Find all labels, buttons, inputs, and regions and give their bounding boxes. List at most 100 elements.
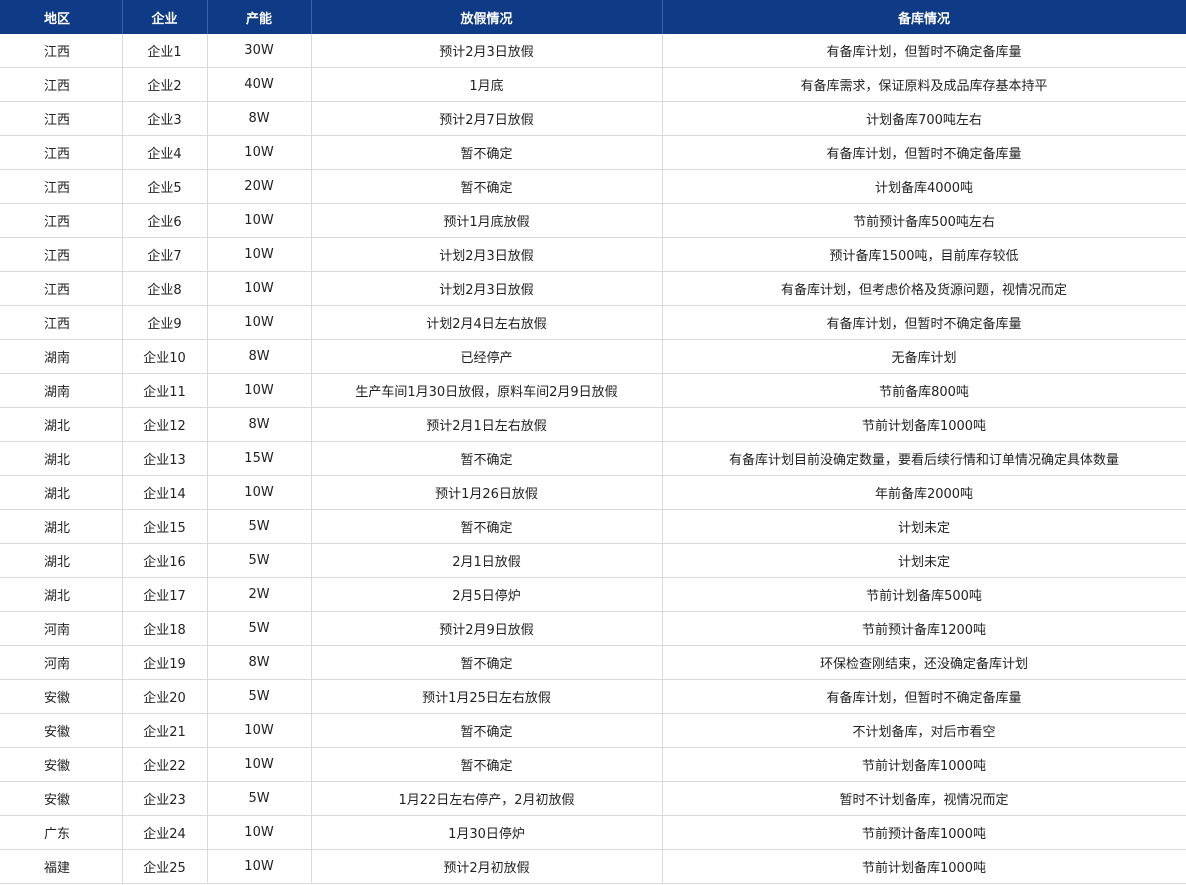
table-row: 江西 企业3 8W 预计2月7日放假 计划备库700吨左右 (0, 101, 1186, 136)
header-capacity: 产能 (207, 0, 312, 34)
cell-stock: 环保检查刚结束，还没确定备库计划 (662, 645, 1186, 680)
cell-region: 湖北 (0, 407, 123, 442)
cell-capacity: 10W (207, 373, 312, 408)
table-row: 湖北 企业15 5W 暂不确定 计划未定 (0, 509, 1186, 544)
header-stock: 备库情况 (662, 0, 1186, 34)
cell-capacity: 10W (207, 305, 312, 340)
cell-stock: 有备库计划，但暂时不确定备库量 (662, 135, 1186, 170)
cell-holiday: 计划2月3日放假 (311, 237, 663, 272)
cell-capacity: 30W (207, 34, 312, 68)
cell-stock: 节前计划备库500吨 (662, 577, 1186, 612)
cell-stock: 不计划备库，对后市看空 (662, 713, 1186, 748)
cell-stock: 计划备库700吨左右 (662, 101, 1186, 136)
cell-company: 企业16 (122, 543, 208, 578)
table-row: 江西 企业8 10W 计划2月3日放假 有备库计划，但考虑价格及货源问题，视情况而定 (0, 271, 1186, 306)
cell-holiday: 1月底 (311, 67, 663, 102)
table-row: 湖北 企业12 8W 预计2月1日左右放假 节前计划备库1000吨 (0, 407, 1186, 442)
cell-holiday: 2月5日停炉 (311, 577, 663, 612)
cell-company: 企业24 (122, 815, 208, 850)
cell-capacity: 10W (207, 815, 312, 850)
cell-stock: 节前预计备库1200吨 (662, 611, 1186, 646)
table-row: 江西 企业7 10W 计划2月3日放假 预计备库1500吨，目前库存较低 (0, 237, 1186, 272)
cell-capacity: 10W (207, 203, 312, 238)
header-company: 企业 (122, 0, 208, 34)
cell-company: 企业3 (122, 101, 208, 136)
cell-holiday: 预计1月25日左右放假 (311, 679, 663, 714)
cell-company: 企业5 (122, 169, 208, 204)
cell-capacity: 10W (207, 135, 312, 170)
cell-region: 湖北 (0, 543, 123, 578)
table-row: 湖北 企业17 2W 2月5日停炉 节前计划备库500吨 (0, 577, 1186, 612)
cell-region: 广东 (0, 815, 123, 850)
cell-region: 河南 (0, 645, 123, 680)
cell-stock: 节前计划备库1000吨 (662, 407, 1186, 442)
table-row: 安徽 企业20 5W 预计1月25日左右放假 有备库计划，但暂时不确定备库量 (0, 679, 1186, 714)
table-row: 湖北 企业16 5W 2月1日放假 计划未定 (0, 543, 1186, 578)
cell-capacity: 8W (207, 339, 312, 374)
header-region: 地区 (0, 0, 123, 34)
cell-company: 企业4 (122, 135, 208, 170)
cell-capacity: 8W (207, 407, 312, 442)
cell-company: 企业14 (122, 475, 208, 510)
cell-stock: 节前备库800吨 (662, 373, 1186, 408)
cell-region: 湖北 (0, 577, 123, 612)
cell-stock: 节前预计备库500吨左右 (662, 203, 1186, 238)
cell-stock: 暂时不计划备库，视情况而定 (662, 781, 1186, 816)
cell-capacity: 10W (207, 713, 312, 748)
cell-company: 企业25 (122, 849, 208, 884)
cell-capacity: 5W (207, 543, 312, 578)
cell-region: 湖南 (0, 373, 123, 408)
cell-company: 企业7 (122, 237, 208, 272)
table-row: 广东 企业24 10W 1月30日停炉 节前预计备库1000吨 (0, 815, 1186, 850)
cell-region: 江西 (0, 237, 123, 272)
cell-holiday: 暂不确定 (311, 713, 663, 748)
cell-capacity: 10W (207, 271, 312, 306)
cell-company: 企业18 (122, 611, 208, 646)
cell-company: 企业8 (122, 271, 208, 306)
cell-region: 江西 (0, 271, 123, 306)
cell-stock: 有备库计划，但暂时不确定备库量 (662, 305, 1186, 340)
cell-holiday: 暂不确定 (311, 169, 663, 204)
table-row: 江西 企业4 10W 暂不确定 有备库计划，但暂时不确定备库量 (0, 135, 1186, 170)
cell-holiday: 已经停产 (311, 339, 663, 374)
cell-company: 企业23 (122, 781, 208, 816)
cell-region: 江西 (0, 169, 123, 204)
cell-holiday: 计划2月4日左右放假 (311, 305, 663, 340)
cell-region: 湖北 (0, 475, 123, 510)
cell-stock: 无备库计划 (662, 339, 1186, 374)
cell-stock: 计划未定 (662, 509, 1186, 544)
cell-holiday: 暂不确定 (311, 509, 663, 544)
cell-capacity: 8W (207, 101, 312, 136)
cell-company: 企业9 (122, 305, 208, 340)
cell-holiday: 暂不确定 (311, 441, 663, 476)
cell-region: 安徽 (0, 781, 123, 816)
table-row: 安徽 企业21 10W 暂不确定 不计划备库，对后市看空 (0, 713, 1186, 748)
cell-company: 企业15 (122, 509, 208, 544)
cell-stock: 预计备库1500吨，目前库存较低 (662, 237, 1186, 272)
table-row: 湖北 企业14 10W 预计1月26日放假 年前备库2000吨 (0, 475, 1186, 510)
cell-stock: 节前计划备库1000吨 (662, 849, 1186, 884)
cell-stock: 计划备库4000吨 (662, 169, 1186, 204)
cell-company: 企业11 (122, 373, 208, 408)
cell-stock: 有备库计划，但暂时不确定备库量 (662, 679, 1186, 714)
cell-region: 江西 (0, 305, 123, 340)
cell-holiday: 暂不确定 (311, 645, 663, 680)
cell-stock: 有备库计划，但考虑价格及货源问题，视情况而定 (662, 271, 1186, 306)
cell-capacity: 10W (207, 475, 312, 510)
cell-holiday: 预计2月3日放假 (311, 34, 663, 68)
table-row: 江西 企业1 30W 预计2月3日放假 有备库计划，但暂时不确定备库量 (0, 34, 1186, 68)
table-row: 湖南 企业11 10W 生产车间1月30日放假，原料车间2月9日放假 节前备库800吨 (0, 373, 1186, 408)
cell-capacity: 5W (207, 509, 312, 544)
cell-region: 江西 (0, 135, 123, 170)
cell-region: 湖南 (0, 339, 123, 374)
cell-holiday: 暂不确定 (311, 747, 663, 782)
cell-company: 企业13 (122, 441, 208, 476)
cell-capacity: 40W (207, 67, 312, 102)
cell-stock: 节前预计备库1000吨 (662, 815, 1186, 850)
cell-holiday: 生产车间1月30日放假，原料车间2月9日放假 (311, 373, 663, 408)
cell-capacity: 10W (207, 849, 312, 884)
cell-region: 江西 (0, 203, 123, 238)
cell-holiday: 预计2月9日放假 (311, 611, 663, 646)
cell-region: 江西 (0, 101, 123, 136)
header-holiday: 放假情况 (311, 0, 663, 34)
